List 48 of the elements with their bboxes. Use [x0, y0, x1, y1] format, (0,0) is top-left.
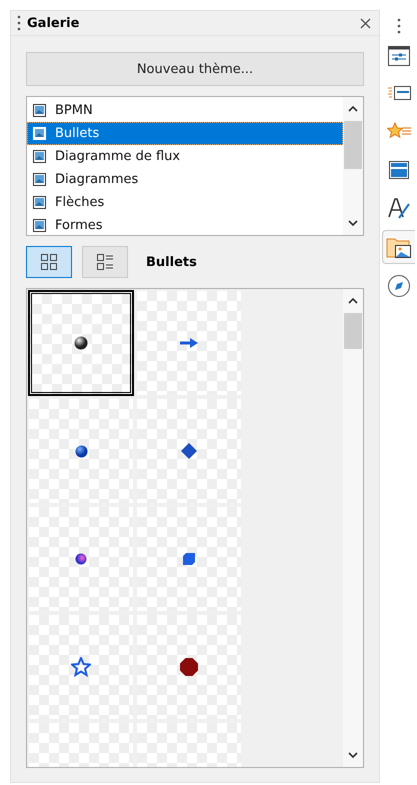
theme-item[interactable]: Diagrammes	[27, 168, 343, 191]
gallery-tile[interactable]	[137, 399, 241, 503]
gem-icon	[75, 553, 87, 565]
theme-label: Formes	[55, 218, 103, 233]
gallery-tile[interactable]	[137, 291, 241, 395]
view-mode-button[interactable]	[82, 246, 128, 278]
image-icon	[33, 218, 47, 232]
grip-icon[interactable]	[396, 18, 400, 34]
sidebar-tab[interactable]	[382, 230, 415, 264]
theme-label: BPMN	[55, 103, 93, 118]
gallery-tile[interactable]	[137, 507, 241, 611]
grid-icon	[40, 253, 58, 271]
grip-icon[interactable]	[17, 15, 21, 31]
scrollbar[interactable]	[343, 289, 363, 767]
theme-item[interactable]: Formes	[27, 214, 343, 237]
sphere-icon	[74, 336, 88, 350]
gallery-tile[interactable]	[137, 615, 241, 719]
image-icon	[33, 104, 47, 118]
scrollbar[interactable]	[343, 97, 363, 235]
gallery-tile[interactable]	[29, 507, 133, 611]
theme-label: Bullets	[55, 126, 100, 141]
octagon-icon	[180, 658, 198, 676]
panel-title: Galerie	[27, 16, 80, 30]
scroll-thumb[interactable]	[344, 121, 362, 169]
view-mode-button[interactable]	[26, 246, 72, 278]
arrow-icon	[180, 338, 198, 348]
image-icon	[33, 126, 47, 140]
gallery-tile[interactable]	[29, 399, 133, 503]
star-icon	[71, 657, 91, 677]
image-icon	[33, 150, 47, 164]
current-theme-label: Bullets	[146, 254, 197, 270]
theme-label: Diagramme de flux	[55, 149, 180, 164]
theme-label: Diagrammes	[55, 172, 138, 187]
theme-item[interactable]: BPMN	[27, 99, 343, 122]
theme-item[interactable]: Diagramme de flux	[27, 145, 343, 168]
new-theme-button[interactable]: Nouveau thème...	[26, 52, 364, 86]
scroll-thumb[interactable]	[344, 313, 362, 349]
close-icon[interactable]	[360, 18, 371, 28]
image-icon	[33, 172, 47, 186]
theme-label: Flèches	[55, 195, 104, 210]
gallery-tile[interactable]	[29, 615, 133, 719]
diamond-icon	[181, 443, 197, 459]
gallery-tile[interactable]	[29, 291, 133, 395]
theme-item[interactable]: Flèches	[27, 191, 343, 214]
detail-list-icon	[96, 253, 114, 271]
image-icon	[33, 196, 47, 210]
theme-item[interactable]: Bullets	[27, 122, 343, 145]
sphere-icon	[74, 444, 88, 458]
